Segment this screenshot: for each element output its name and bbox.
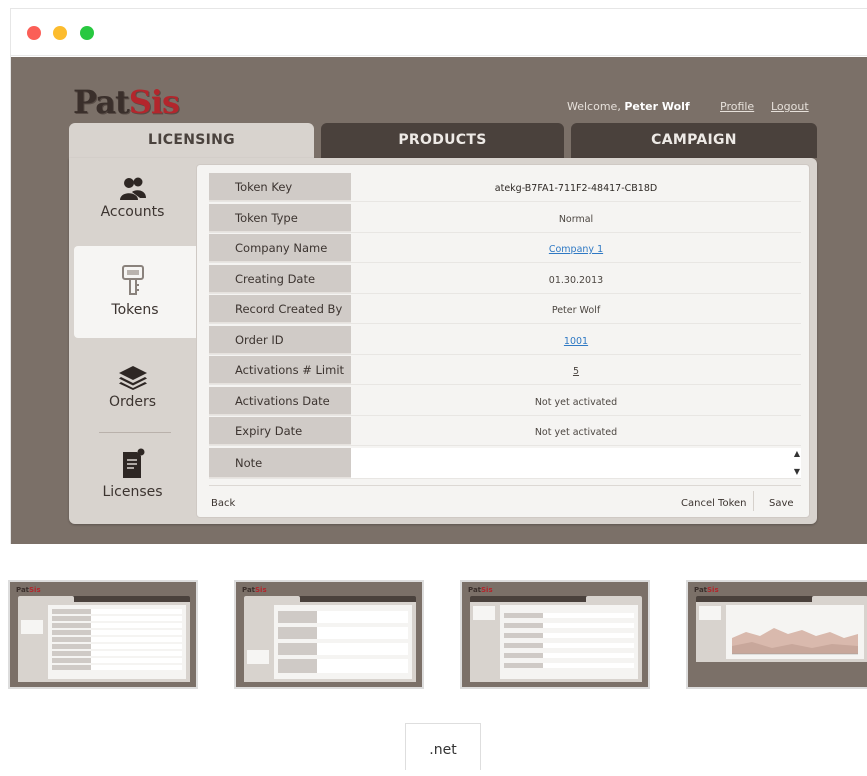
scroll-up-icon[interactable]: ▲ xyxy=(794,449,800,458)
thumbnail-logo: PatSis xyxy=(16,586,41,594)
sidebar-divider xyxy=(99,432,171,433)
expiry-date-value: Not yet activated xyxy=(534,427,618,438)
save-button[interactable]: Save xyxy=(769,498,794,509)
close-window-button[interactable] xyxy=(27,26,41,40)
activations-limit-value[interactable]: 5 xyxy=(351,356,801,384)
scroll-down-icon[interactable]: ▼ xyxy=(794,467,800,476)
note-textarea[interactable] xyxy=(351,448,801,478)
expiry-date-label: Expiry Date xyxy=(209,417,351,445)
creating-date-row: Creating Date 01.30.2013 xyxy=(209,265,801,294)
sidebar-item-label: Accounts xyxy=(100,204,165,220)
tech-tag: .net xyxy=(405,723,481,770)
company-name-label: Company Name xyxy=(209,234,351,262)
thumbnail-logo: PatSis xyxy=(694,586,719,594)
sidebar-item-accounts[interactable]: Accounts xyxy=(69,176,196,246)
sidebar-item-licenses[interactable]: Licenses xyxy=(69,448,196,514)
record-created-by-row: Record Created By Peter Wolf xyxy=(209,295,801,324)
tab-licensing[interactable]: LICENSING xyxy=(69,123,314,163)
thumbnail-logo: PatSis xyxy=(468,586,493,594)
token-key-value: atekg-B7FA1-711F2-48417-CB18D xyxy=(494,183,658,194)
company-name-row: Company Name Company 1 xyxy=(209,234,801,263)
users-icon xyxy=(119,177,146,200)
sidebar-item-label: Orders xyxy=(108,394,157,410)
thumbnail-campaign-chart-screen[interactable]: PatSis xyxy=(686,580,867,689)
activations-date-value: Not yet activated xyxy=(534,397,618,408)
expiry-date-row: Expiry Date Not yet activated xyxy=(209,417,801,446)
minimize-window-button[interactable] xyxy=(53,26,67,40)
window-titlebar xyxy=(11,9,867,56)
record-created-by-value: Peter Wolf xyxy=(551,305,601,316)
sidebar-item-label: Tokens xyxy=(111,302,159,318)
thumbnail-campaign-form-screen[interactable]: PatSis xyxy=(460,580,650,689)
creating-date-value: 01.30.2013 xyxy=(548,275,604,286)
token-key-row: Token Key atekg-B7FA1-711F2-48417-CB18D xyxy=(209,173,801,202)
user-name: Peter Wolf xyxy=(624,100,690,113)
logout-link[interactable]: Logout xyxy=(771,100,809,113)
app-logo: PatSis xyxy=(73,83,180,121)
order-id-link[interactable]: 1001 xyxy=(351,326,801,354)
sidebar-item-orders[interactable]: Orders xyxy=(69,364,196,424)
activations-date-row: Activations Date Not yet activated xyxy=(209,387,801,416)
activations-limit-label: Activations # Limit xyxy=(209,356,351,384)
sidebar-item-tokens[interactable]: Tokens xyxy=(74,246,196,338)
tab-products[interactable]: PRODUCTS xyxy=(321,123,564,158)
welcome-message: Welcome, Peter Wolf xyxy=(567,100,690,113)
tab-campaign[interactable]: CAMPAIGN xyxy=(571,123,817,158)
thumbnail-tokens-screen[interactable]: PatSis xyxy=(8,580,198,689)
form-footer-divider xyxy=(209,485,801,486)
zoom-window-button[interactable] xyxy=(80,26,94,40)
token-type-value: Normal xyxy=(558,214,594,225)
app-viewport: PatSis Welcome, Peter Wolf Profile Logou… xyxy=(11,57,867,544)
browser-window: PatSis Welcome, Peter Wolf Profile Logou… xyxy=(10,8,867,544)
token-details-form: Token Key atekg-B7FA1-711F2-48417-CB18D … xyxy=(196,164,810,518)
note-label: Note xyxy=(209,448,351,478)
order-id-row: Order ID 1001 xyxy=(209,326,801,355)
thumbnail-products-screen[interactable]: PatSis xyxy=(234,580,424,689)
company-name-link[interactable]: Company 1 xyxy=(351,234,801,262)
cancel-token-button[interactable]: Cancel Token xyxy=(681,498,747,509)
thumbnail-chart xyxy=(732,628,858,655)
creating-date-label: Creating Date xyxy=(209,265,351,293)
licensing-panel: Accounts Tokens Orders Licenses Token Ke… xyxy=(69,158,817,524)
token-key-label: Token Key xyxy=(209,173,351,201)
thumbnail-logo: PatSis xyxy=(242,586,267,594)
license-document-icon xyxy=(122,448,144,478)
record-created-by-label: Record Created By xyxy=(209,295,351,323)
profile-link[interactable]: Profile xyxy=(720,100,754,113)
back-button[interactable]: Back xyxy=(211,498,235,509)
token-type-label: Token Type xyxy=(209,204,351,232)
order-id-label: Order ID xyxy=(209,326,351,354)
activations-date-label: Activations Date xyxy=(209,387,351,415)
note-row: Note ▲ ▼ xyxy=(209,448,801,479)
key-icon xyxy=(122,265,144,295)
layers-icon xyxy=(118,366,147,390)
sidebar-item-label: Licenses xyxy=(102,484,163,500)
footer-separator xyxy=(753,491,754,511)
token-type-row: Token Type Normal xyxy=(209,204,801,233)
activations-limit-row: Activations # Limit 5 xyxy=(209,356,801,385)
